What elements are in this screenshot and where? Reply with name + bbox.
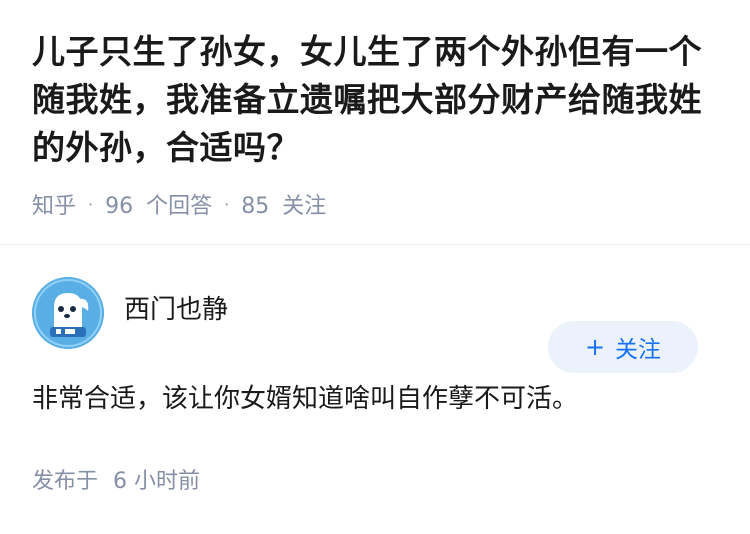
cartoon-dog-avatar-icon [32,277,104,349]
publish-time-value: 6 小时前 [113,469,201,494]
answers-count[interactable]: 96 个回答 [105,188,212,220]
publish-time: 发布于 6 小时前 [32,463,718,495]
question-header: 儿子只生了孙女，女儿生了两个外孙但有一个随我姓，我准备立遗嘱把大部分财产给随我姓… [0,0,750,220]
answers-count-number: 96 [105,194,134,219]
question-title[interactable]: 儿子只生了孙女，女儿生了两个外孙但有一个随我姓，我准备立遗嘱把大部分财产给随我姓… [32,28,718,172]
avatar[interactable] [32,277,104,349]
plus-icon: + [584,333,606,361]
meta-separator: · [88,194,94,214]
answers-count-label: 个回答 [146,194,213,219]
follow-button-label: 关注 [615,337,662,363]
followers-count-number: 85 [241,194,270,219]
followers-count-label: 关注 [282,194,327,219]
answer-card: 西门也静 + 关注 非常合适，该让你女婿知道啥叫自作孽不可活。 发布于 6 小时… [0,277,750,495]
followers-count[interactable]: 85 关注 [241,188,326,220]
source-label[interactable]: 知乎 [32,188,76,220]
author-name[interactable]: 西门也静 [124,289,228,326]
question-meta: 知乎 · 96 个回答 · 85 关注 [32,188,718,220]
publish-time-prefix: 发布于 [32,469,99,494]
meta-separator: · [224,194,230,214]
answer-content[interactable]: 非常合适，该让你女婿知道啥叫自作孽不可活。 [32,379,718,419]
section-divider [0,244,750,245]
follow-button[interactable]: + 关注 [548,321,698,373]
